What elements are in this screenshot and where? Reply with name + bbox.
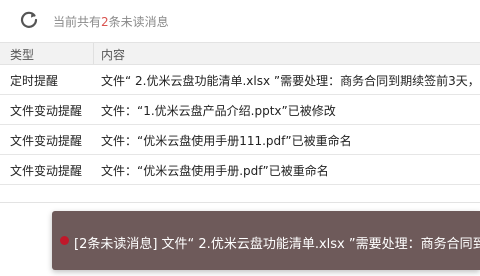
table-row[interactable]: 文件变动提醒 文件：“1.优米云盘产品介绍.pptx”已被修改	[0, 95, 480, 125]
row-type: 定时提醒	[10, 74, 59, 88]
unread-summary: 当前共有2条未读消息	[53, 13, 169, 30]
header-content[interactable]: 内容	[101, 46, 125, 63]
unread-count: 2	[101, 15, 109, 29]
table-row[interactable]: 定时提醒 文件“ 2.优米云盘功能清单.xlsx ”需要处理：商务合同到期续签前…	[0, 65, 480, 95]
row-type: 文件变动提醒	[10, 104, 83, 118]
summary-suffix: 条未读消息	[108, 15, 169, 29]
table-header: 类型 内容	[0, 42, 480, 65]
table-row[interactable]: 文件变动提醒 文件：“优米云盘使用手册111.pdf”已被重命名	[0, 125, 480, 155]
row-content: 文件：“1.优米云盘产品介绍.pptx”已被修改	[101, 104, 336, 118]
toolbar: 当前共有2条未读消息	[0, 0, 480, 42]
header-type[interactable]: 类型	[10, 46, 34, 63]
toast-message: [2条未读消息] 文件“ 2.优米云盘功能清单.xlsx ”需要处理：商务合同到…	[74, 237, 480, 252]
table-bottom-border	[0, 202, 480, 203]
table-row[interactable]: 文件变动提醒 文件：“优米云盘使用手册.pdf”已被重命名	[0, 155, 480, 185]
row-type: 文件变动提醒	[10, 134, 83, 148]
message-table: 类型 内容 定时提醒 文件“ 2.优米云盘功能清单.xlsx ”需要处理：商务合…	[0, 42, 480, 185]
unread-dot-icon	[60, 236, 69, 245]
row-content: 文件：“优米云盘使用手册.pdf”已被重命名	[101, 164, 329, 178]
row-type: 文件变动提醒	[10, 164, 83, 178]
notification-toast[interactable]: [2条未读消息] 文件“ 2.优米云盘功能清单.xlsx ”需要处理：商务合同到…	[52, 211, 480, 270]
summary-prefix: 当前共有	[53, 15, 102, 29]
row-content: 文件：“优米云盘使用手册111.pdf”已被重命名	[101, 134, 352, 148]
column-divider	[93, 43, 94, 64]
row-content: 文件“ 2.优米云盘功能清单.xlsx ”需要处理：商务合同到期续签前3天，	[101, 74, 480, 88]
refresh-icon[interactable]	[18, 9, 40, 31]
